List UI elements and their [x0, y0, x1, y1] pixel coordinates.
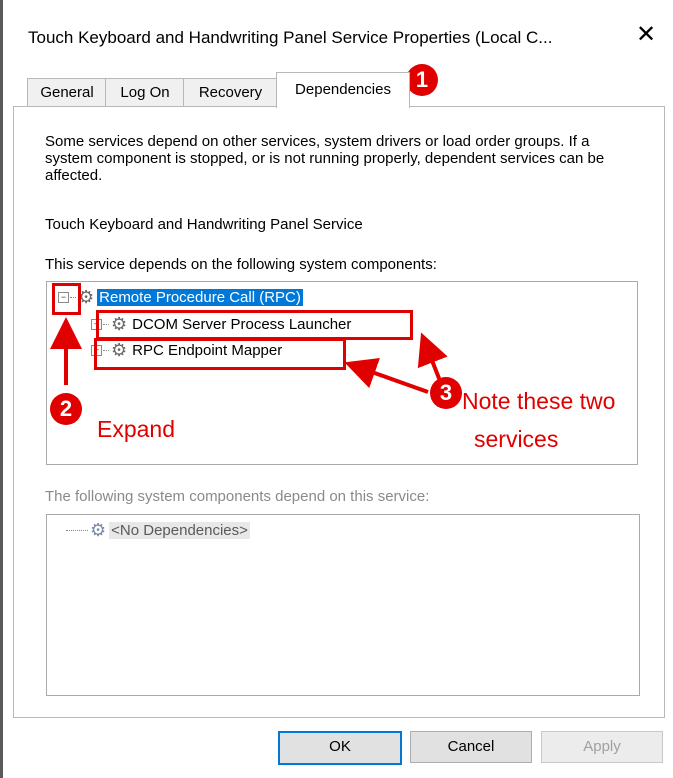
annotation-badge-3: 3 — [430, 377, 462, 409]
tab-dependencies[interactable]: Dependencies — [276, 72, 410, 108]
annotation-badge-2: 2 — [50, 393, 82, 425]
arrow-rpc-endpoint — [344, 357, 429, 394]
annotation-expand-note: Expand — [97, 416, 176, 442]
annotation-note-line2: services — [474, 426, 559, 452]
annotation-note-line1: Note these two — [462, 388, 616, 414]
